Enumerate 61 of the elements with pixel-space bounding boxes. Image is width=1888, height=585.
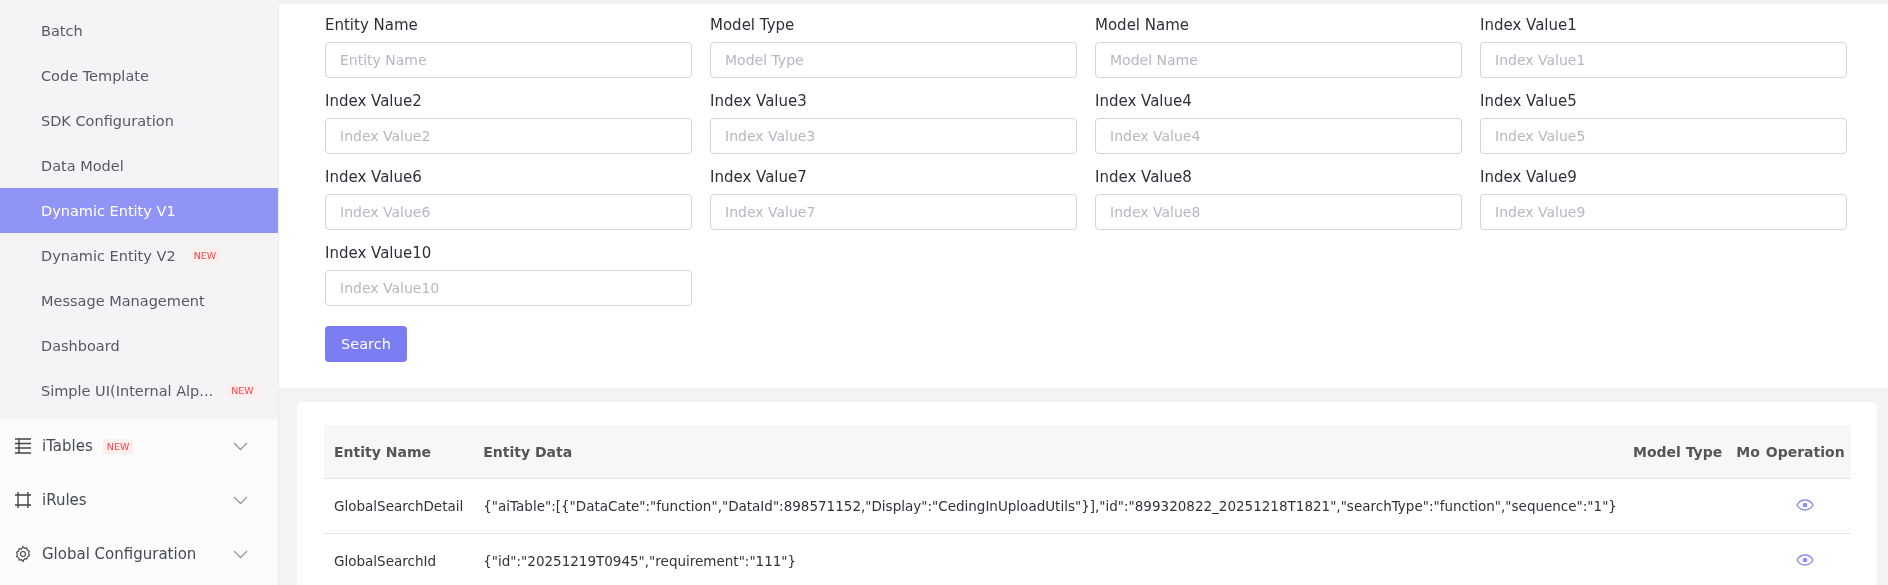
sidebar-group[interactable]: iTables NEW [0, 419, 278, 473]
chevron-down-icon [233, 441, 248, 451]
input-field[interactable]: Index Value3 [710, 118, 1077, 154]
sidebar-item[interactable]: Dynamic Entity V2 NEW [0, 233, 278, 278]
field-label: Index Value5 [1480, 92, 1578, 110]
group-label: Global Configuration [42, 545, 197, 563]
sidebar-group[interactable]: Global Configuration [0, 527, 278, 581]
field-label: Entity Name [325, 16, 419, 34]
sidebar-group[interactable]: iRules [0, 473, 278, 527]
eye-icon[interactable] [1796, 554, 1815, 566]
input-field[interactable]: Model Name [1095, 42, 1462, 78]
eye-icon[interactable] [1796, 499, 1815, 511]
input-field[interactable]: Model Type [710, 42, 1077, 78]
input-field[interactable]: Index Value5 [1480, 118, 1847, 154]
sidebar-item[interactable]: SDK Configuration [0, 98, 278, 143]
group-label: iRules [42, 491, 87, 509]
input-field[interactable]: Entity Name [325, 42, 692, 78]
table-cell: {"aiTable":[{"DataCate":"function","DataId":898571152,"Display":"CedingInUploadUtils"}],"id":"899320822_20251218T1821","searchType":"function","sequence":"1"} [473, 478, 1627, 534]
field-label: Model Type [710, 16, 796, 34]
table-cell: GlobalSearchId [324, 533, 474, 585]
field-label: Index Value8 [1095, 168, 1193, 186]
sidebar-item[interactable]: Data Model [0, 143, 278, 188]
frame-icon [14, 491, 32, 509]
field-label: Index Value7 [710, 168, 808, 186]
column-header: Model Type [1626, 425, 1729, 479]
input-field[interactable]: Index Value7 [710, 194, 1077, 230]
table-cell: GlobalSearchDetail [324, 478, 474, 534]
field-label: Index Value4 [1095, 92, 1193, 110]
field-label: Index Value10 [325, 244, 433, 262]
new-badge: NEW [189, 248, 221, 263]
chevron-down-icon [233, 495, 248, 505]
field-label: Index Value1 [1480, 16, 1578, 34]
new-badge: NEW [227, 383, 258, 398]
column-header: Operation [1759, 425, 1851, 479]
field-label: Index Value9 [1480, 168, 1578, 186]
field-label: Index Value3 [710, 92, 808, 110]
settings-icon [14, 545, 32, 563]
chevron-down-icon [233, 549, 248, 559]
field-label: Index Value2 [325, 92, 423, 110]
new-badge: NEW [102, 438, 134, 454]
column-header: Entity Name [324, 425, 474, 479]
sidebar-item[interactable]: Message Management [0, 278, 278, 323]
sidebar-item[interactable]: Dashboard [0, 323, 278, 368]
sidebar-item[interactable]: Simple UI(Internal Alp... NEW [0, 368, 278, 413]
sidebar-item[interactable]: Code Template [0, 53, 278, 98]
field-label: Model Name [1095, 16, 1191, 34]
group-label: iTables [42, 437, 93, 455]
input-field[interactable]: Index Value4 [1095, 118, 1462, 154]
list-icon [14, 438, 32, 454]
input-field[interactable]: Index Value10 [325, 270, 692, 306]
input-field[interactable]: Index Value9 [1480, 194, 1847, 230]
input-field[interactable]: Index Value8 [1095, 194, 1462, 230]
column-header: Mo [1728, 425, 1760, 479]
search-button[interactable]: Search [325, 326, 407, 362]
table-cell: {"id":"20251219T0945","requirement":"111"} [473, 533, 1627, 585]
input-field[interactable]: Index Value1 [1480, 42, 1847, 78]
input-field[interactable]: Index Value6 [325, 194, 692, 230]
sidebar-item[interactable]: Batch [0, 8, 278, 53]
input-field[interactable]: Index Value2 [325, 118, 692, 154]
column-header: Entity Data [473, 425, 1627, 479]
field-label: Index Value6 [325, 168, 423, 186]
